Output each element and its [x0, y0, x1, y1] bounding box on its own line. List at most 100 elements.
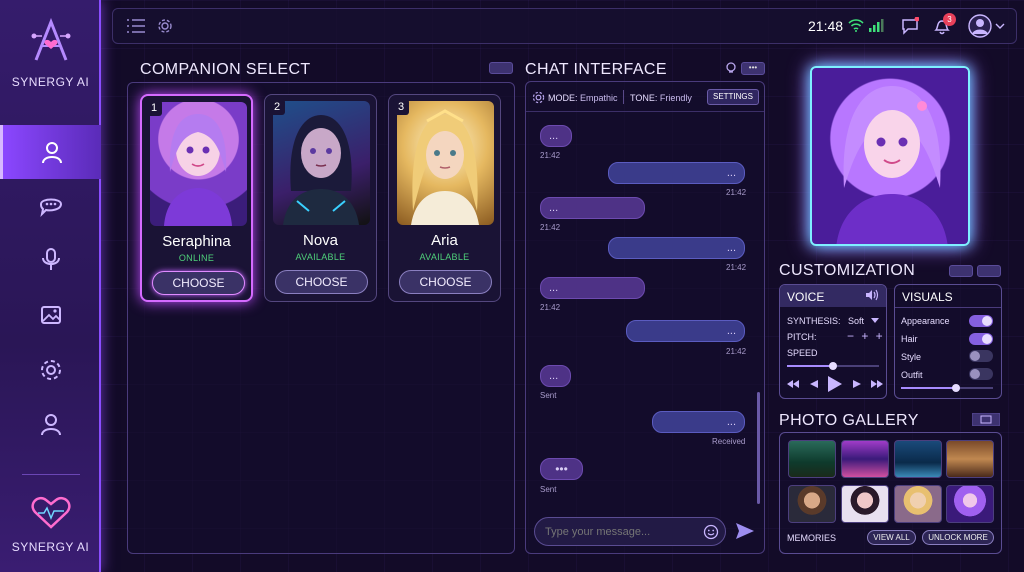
visuals-slider[interactable] [901, 384, 993, 392]
mode-gear-icon [532, 91, 545, 104]
gallery-thumb-blonde[interactable] [894, 485, 942, 523]
synergy-logo-icon [31, 18, 71, 61]
brush-button[interactable] [977, 265, 1001, 277]
customization-title: CUSTOMIZATION [779, 262, 916, 279]
memories-label: MEMORIES [787, 533, 837, 543]
gallery-thumb-city[interactable] [841, 440, 889, 478]
choose-button[interactable]: CHOOSE [399, 270, 492, 294]
companion-name: Aria [431, 232, 458, 249]
message-timestamp: Sent [540, 391, 557, 400]
profile-icon [40, 414, 61, 436]
microphone-icon [41, 248, 60, 270]
pitch-label: PITCH: [787, 332, 817, 342]
appearance-toggle[interactable] [969, 315, 993, 327]
message-timestamp: 21:42 [726, 347, 747, 356]
view-all-button[interactable]: VIEW ALL [867, 530, 916, 545]
heart-logo-icon [31, 496, 71, 529]
tone-value: Friendly [659, 93, 692, 103]
collapse-button[interactable] [489, 62, 513, 74]
speed-handle[interactable] [829, 362, 837, 370]
message-timestamp: Received [712, 437, 746, 446]
synthesis-label: SYNTHESIS: [787, 316, 841, 326]
nav-gallery[interactable] [0, 288, 101, 342]
speed-slider[interactable] [787, 362, 879, 370]
choose-button[interactable]: CHOOSE [275, 270, 368, 294]
message-timestamp: 21:42 [540, 151, 561, 160]
gallery-thumb-cafe[interactable] [946, 440, 994, 478]
send-icon[interactable] [735, 522, 755, 540]
divider [623, 90, 624, 104]
notification-badge: 3 [943, 13, 956, 26]
fast-forward-icon[interactable] [871, 380, 883, 388]
chat-panel [525, 81, 765, 554]
chevron-down-icon[interactable] [995, 23, 1005, 29]
chevron-down-icon[interactable] [871, 318, 879, 323]
message-bubble: ... [626, 320, 745, 342]
lightbulb-icon[interactable] [724, 61, 738, 75]
emoji-icon[interactable] [703, 524, 719, 540]
previous-icon[interactable] [809, 380, 818, 388]
nav-voice[interactable] [0, 232, 101, 286]
appearance-label: Appearance [901, 316, 950, 326]
pitch-stepper[interactable]: − + + [847, 329, 885, 343]
menu-icon[interactable] [127, 19, 145, 33]
next-icon[interactable] [852, 380, 861, 388]
choose-button[interactable]: CHOOSE [152, 271, 245, 295]
gallery-image-icon[interactable] [972, 413, 1000, 426]
tone-indicator: TONE: Friendly [630, 93, 692, 103]
nav-profile[interactable] [0, 397, 101, 451]
aria-portrait [397, 101, 494, 225]
card-number: 3 [393, 99, 409, 115]
play-icon[interactable] [828, 376, 842, 392]
chat-scrollbar[interactable] [757, 392, 760, 504]
message-timestamp: 21:42 [540, 223, 561, 232]
visuals-divider [895, 307, 1001, 308]
gear-icon[interactable] [157, 18, 173, 34]
message-bubble: ... [608, 237, 745, 259]
unlock-more-button[interactable]: UNLOCK MORE [922, 530, 994, 545]
nav-chat[interactable] [0, 178, 101, 232]
brand-name-footer: SYNERGY AI [11, 540, 90, 554]
gallery-thumb-seraphina[interactable] [946, 485, 994, 523]
mode-label: MODE: [548, 93, 578, 103]
companion-card-seraphina[interactable]: 1 Seraphina ONLINE CHOOSE [140, 94, 253, 302]
speed-fill [787, 365, 833, 367]
nav-settings[interactable] [0, 343, 101, 397]
more-options-button[interactable]: ••• [741, 62, 765, 75]
hair-toggle[interactable] [969, 333, 993, 345]
style-toggle[interactable] [969, 350, 993, 362]
sidebar: SYNERGY AI SYNERGY AI [0, 0, 101, 572]
playback-controls [787, 376, 883, 392]
companion-card-aria[interactable]: 3 Aria AVAILABLE CHOOSE [388, 94, 501, 302]
chat-icon [39, 198, 62, 218]
style-label: Style [901, 352, 922, 362]
message-timestamp: 21:42 [540, 303, 561, 312]
message-input[interactable] [545, 524, 695, 540]
settings-icon [40, 360, 61, 380]
speaker-icon[interactable] [865, 289, 879, 301]
companion-card-nova[interactable]: 2 Nova AVAILABLE CHOOSE [264, 94, 377, 302]
message-bubble: ... [608, 162, 745, 184]
gallery-thumb-station[interactable] [894, 440, 942, 478]
status-badge: ONLINE [178, 253, 215, 263]
nav-companions[interactable] [0, 125, 101, 179]
gallery-thumb-forest[interactable] [788, 440, 836, 478]
outfit-toggle[interactable] [969, 368, 993, 380]
message-input-wrapper[interactable] [534, 517, 726, 546]
tone-label: TONE: [630, 93, 658, 103]
voice-title: VOICE [787, 290, 825, 304]
rewind-icon[interactable] [787, 380, 799, 388]
synthesis-select[interactable]: Soft [848, 316, 864, 326]
messages-icon[interactable] [901, 17, 919, 35]
sidebar-divider [22, 474, 80, 475]
gallery-thumb-man[interactable] [788, 485, 836, 523]
message-bubble: ... [540, 125, 572, 147]
mode-indicator: MODE: Empathic [548, 93, 618, 103]
speed-label: SPEED [787, 348, 818, 358]
chat-header-divider [526, 111, 764, 112]
gallery-thumb-woman[interactable] [841, 485, 889, 523]
message-bubble: ... [652, 411, 745, 433]
avatar[interactable] [968, 14, 992, 38]
settings-button[interactable]: SETTINGS [707, 89, 759, 105]
sliders-button[interactable] [949, 265, 973, 277]
